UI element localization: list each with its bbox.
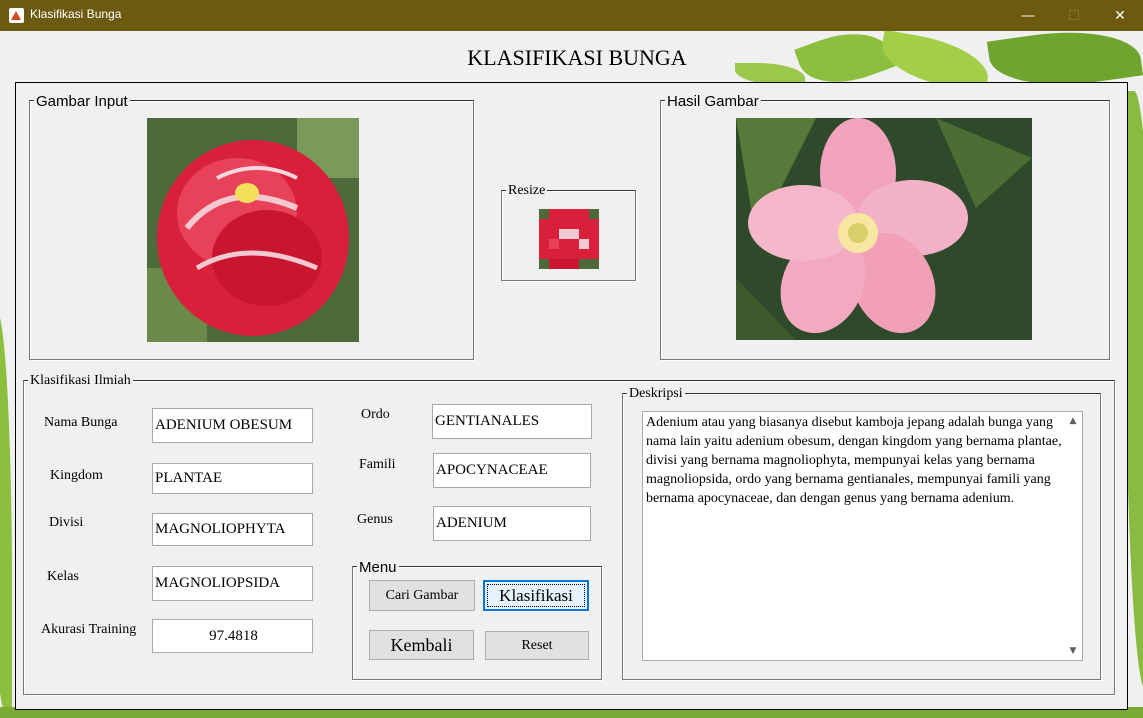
menu-label: Menu bbox=[357, 559, 399, 576]
kelas-label: Kelas bbox=[47, 569, 79, 584]
resized-flower-image bbox=[539, 209, 599, 269]
famili-label: Famili bbox=[359, 457, 396, 472]
kingdom-field[interactable]: PLANTAE bbox=[152, 463, 313, 494]
cari-gambar-button[interactable]: Cari Gambar bbox=[369, 580, 475, 611]
result-flower-image bbox=[736, 118, 1032, 340]
description-label: Deskripsi bbox=[627, 386, 685, 402]
description-scrollbar[interactable]: ▲ ▼ bbox=[1065, 412, 1082, 660]
akurasi-training-label: Akurasi Training bbox=[41, 622, 137, 637]
input-image-label: Gambar Input bbox=[34, 93, 130, 110]
klasifikasi-button[interactable]: Klasifikasi bbox=[483, 580, 589, 611]
input-image-panel: Gambar Input bbox=[29, 93, 474, 360]
result-image-panel: Hasil Gambar bbox=[660, 93, 1110, 360]
description-textarea[interactable]: Adenium atau yang biasanya disebut kambo… bbox=[642, 411, 1083, 661]
window-title: Klasifikasi Bunga bbox=[30, 7, 122, 21]
input-flower-image bbox=[147, 118, 359, 342]
maximize-button[interactable]: ☐ bbox=[1051, 0, 1097, 31]
reset-button[interactable]: Reset bbox=[485, 631, 589, 660]
kelas-field[interactable]: MAGNOLIOPSIDA bbox=[152, 566, 313, 601]
result-image-label: Hasil Gambar bbox=[665, 93, 761, 110]
minimize-button[interactable]: — bbox=[1005, 0, 1051, 31]
scroll-up-icon[interactable]: ▲ bbox=[1068, 416, 1078, 426]
page-title: KLASIFIKASI BUNGA bbox=[433, 43, 721, 72]
close-button[interactable]: ✕ bbox=[1097, 0, 1143, 31]
genus-label: Genus bbox=[357, 512, 393, 527]
ordo-field[interactable]: GENTIANALES bbox=[432, 404, 592, 439]
ordo-label: Ordo bbox=[361, 407, 390, 422]
divisi-field[interactable]: MAGNOLIOPHYTA bbox=[152, 513, 313, 546]
resize-panel: Resize bbox=[501, 183, 636, 281]
divisi-label: Divisi bbox=[49, 515, 84, 530]
resize-label: Resize bbox=[506, 183, 548, 199]
nama-bunga-field[interactable]: ADENIUM OBESUM bbox=[152, 408, 313, 443]
description-text: Adenium atau yang biasanya disebut kambo… bbox=[646, 415, 1062, 506]
scientific-classification-label: Klasifikasi Ilmiah bbox=[28, 373, 133, 389]
matlab-app-icon bbox=[9, 8, 24, 23]
scroll-down-icon[interactable]: ▼ bbox=[1068, 646, 1078, 656]
nama-bunga-label: Nama Bunga bbox=[44, 415, 118, 430]
kembali-button[interactable]: Kembali bbox=[369, 630, 474, 660]
famili-field[interactable]: APOCYNACEAE bbox=[433, 453, 591, 488]
window-titlebar: Klasifikasi Bunga — ☐ ✕ bbox=[0, 0, 1143, 31]
genus-field[interactable]: ADENIUM bbox=[433, 506, 591, 541]
kingdom-label: Kingdom bbox=[50, 468, 103, 483]
akurasi-training-field[interactable]: 97.4818 bbox=[152, 619, 313, 653]
